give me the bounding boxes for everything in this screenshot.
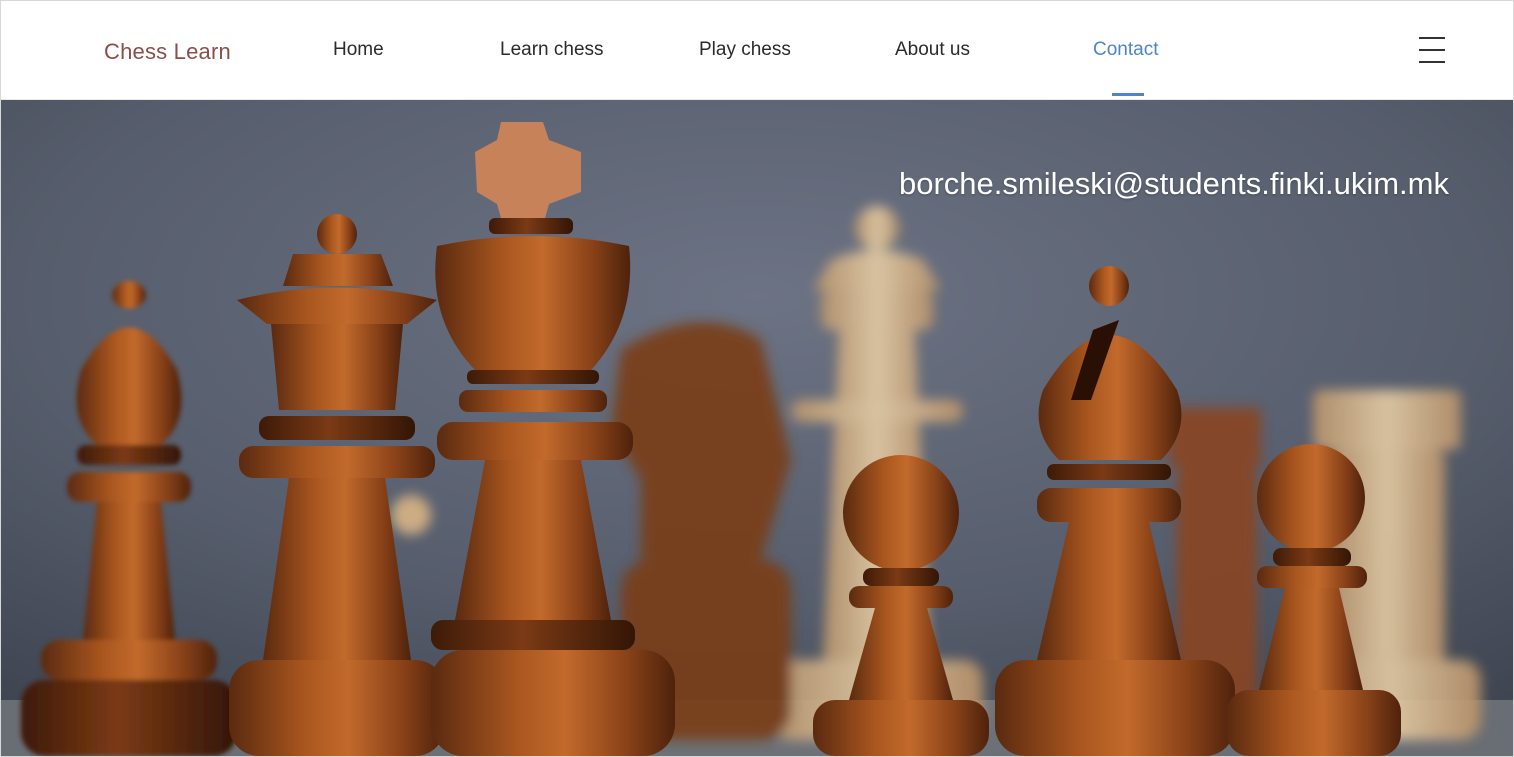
active-nav-indicator [1112, 93, 1144, 96]
nav-learn-chess[interactable]: Learn chess [500, 39, 604, 61]
nav-home[interactable]: Home [333, 39, 384, 61]
brand-logo[interactable]: Chess Learn [104, 39, 231, 65]
nav-play-chess[interactable]: Play chess [699, 39, 791, 61]
contact-email[interactable]: borche.smileski@students.finki.ukim.mk [899, 166, 1449, 202]
page-frame: Chess Learn Home Learn chess Play chess … [0, 0, 1514, 757]
top-navbar: Chess Learn Home Learn chess Play chess … [1, 1, 1513, 100]
nav-about-us[interactable]: About us [895, 39, 970, 61]
nav-contact[interactable]: Contact [1093, 39, 1158, 61]
hamburger-menu-icon[interactable] [1419, 36, 1445, 64]
hero-section: borche.smileski@students.finki.ukim.mk [1, 100, 1513, 756]
